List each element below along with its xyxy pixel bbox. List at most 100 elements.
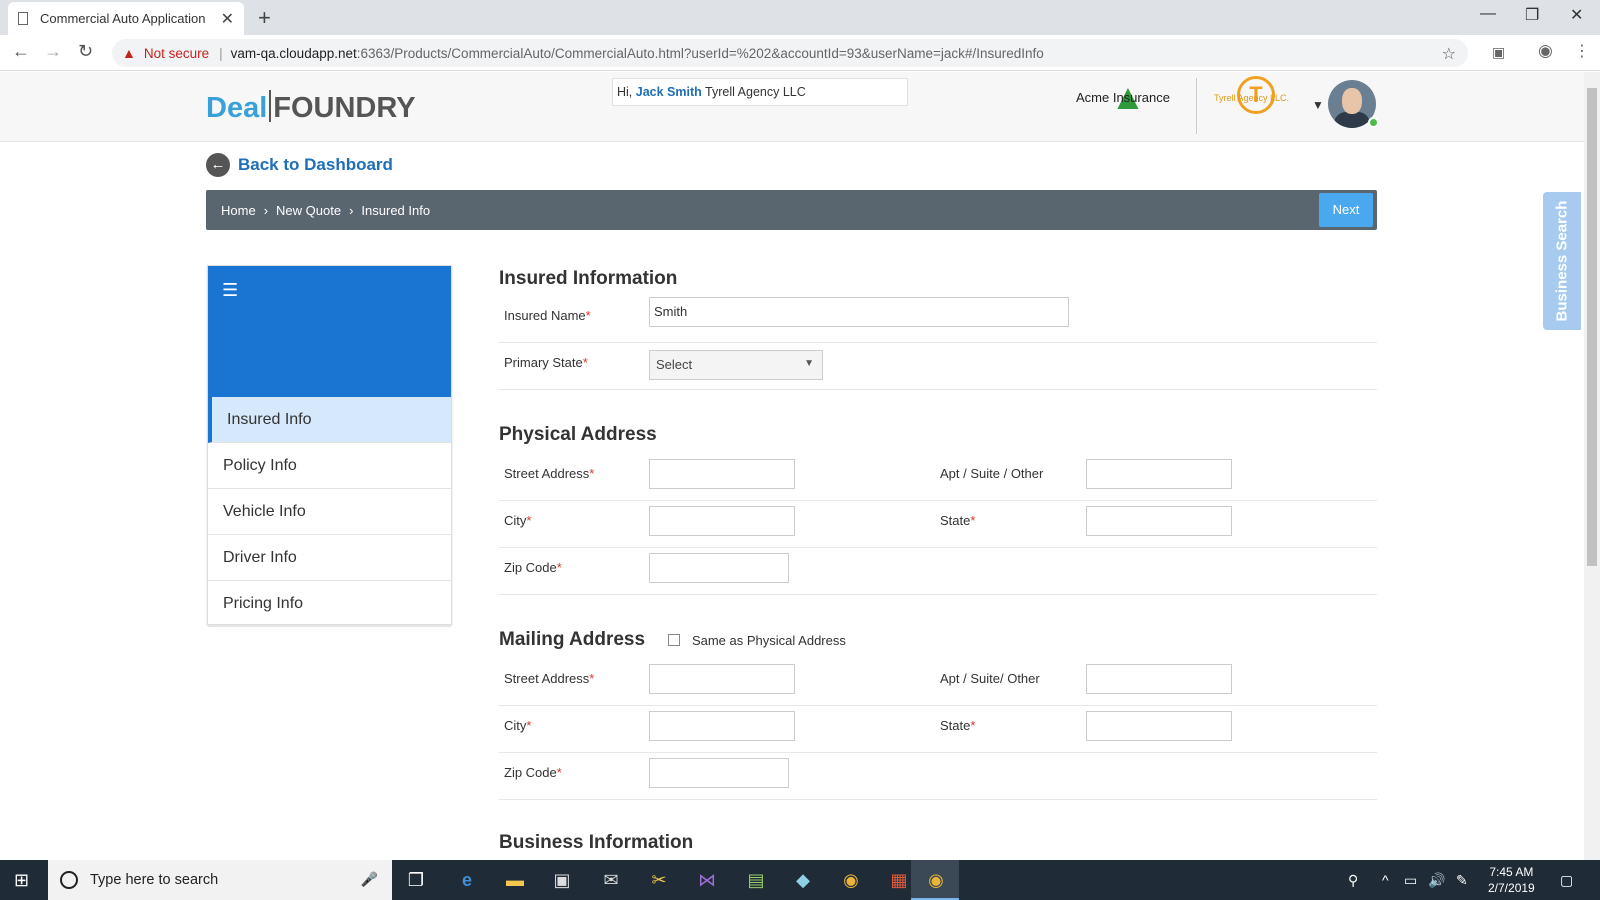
back-to-dashboard-link[interactable]: ← Back to Dashboard xyxy=(206,153,393,177)
sidebar-item-vehicle-info[interactable]: Vehicle Info xyxy=(208,489,451,535)
nav-header: ☰ xyxy=(208,266,451,397)
mailing-city-row: City* State* xyxy=(499,706,1377,753)
same-as-physical-label[interactable]: Same as Physical Address xyxy=(692,633,846,648)
divider xyxy=(1196,78,1197,134)
account-menu-caret-icon[interactable]: ▼ xyxy=(1312,98,1324,112)
same-as-physical-checkbox[interactable] xyxy=(667,634,680,646)
restore-icon[interactable]: ❐ xyxy=(1525,5,1539,25)
browser-tab[interactable]: Commercial Auto Application ✕ xyxy=(8,2,244,35)
url-path: :6363/Products/CommercialAuto/Commercial… xyxy=(356,45,1044,61)
breadcrumb: Home › New Quote › Insured Info Next xyxy=(206,190,1377,230)
back-circle-icon: ← xyxy=(206,153,230,177)
mailing-apt-label: Apt / Suite/ Other xyxy=(940,671,1040,686)
breadcrumb-insured-info: Insured Info xyxy=(361,202,431,218)
new-tab-icon[interactable]: + xyxy=(258,5,271,31)
minimize-icon[interactable]: — xyxy=(1480,5,1496,23)
hamburger-menu-icon[interactable]: ☰ xyxy=(222,280,238,301)
physical-street-row: Street Address* Apt / Suite / Other xyxy=(499,454,1377,501)
close-tab-icon[interactable]: ✕ xyxy=(221,9,234,29)
physical-zip-row: Zip Code* xyxy=(499,548,1377,595)
address-bar: ← → ↻ ▲ Not secure | vam-qa.cloudapp.net… xyxy=(0,35,1600,71)
mailing-city-label: City xyxy=(504,718,527,733)
network-icon[interactable]: ▭ xyxy=(1404,872,1417,889)
mailing-zip-row: Zip Code* xyxy=(499,753,1377,800)
forward-arrow-icon[interactable]: → xyxy=(44,41,62,62)
taskbar: ⊞ Type here to search 🎤 ❐ e ▬ ▣ ✉ ✂ ⋈ ▤ … xyxy=(0,860,1600,900)
carrier-logo: ▲ Acme Insurance xyxy=(1076,78,1180,116)
chevron-right-icon: › xyxy=(263,202,269,218)
physical-zip-label: Zip Code xyxy=(504,560,557,575)
visual-studio-icon[interactable]: ⋈ xyxy=(694,868,720,892)
mailing-zip-input[interactable] xyxy=(649,758,789,788)
physical-state-label: State xyxy=(940,513,971,528)
window-close-icon[interactable]: ✕ xyxy=(1570,5,1583,25)
browser-tab-bar: Commercial Auto Application ✕ + — ❐ ✕ xyxy=(0,0,1600,35)
pen-icon[interactable]: ✎ xyxy=(1456,872,1468,889)
people-icon[interactable]: ⚲ xyxy=(1348,872,1358,889)
profile-icon[interactable]: ◉ xyxy=(1538,41,1553,61)
menu-dots-icon[interactable]: ⋮ xyxy=(1574,41,1590,61)
breadcrumb-home[interactable]: Home xyxy=(221,203,256,218)
chrome-icon[interactable]: ◉ xyxy=(838,868,864,892)
bookmark-star-icon[interactable]: ☆ xyxy=(1442,44,1456,64)
reload-icon[interactable]: ↻ xyxy=(78,41,93,62)
microphone-icon[interactable]: 🎤 xyxy=(361,871,378,888)
insured-name-input[interactable]: Smith xyxy=(649,297,1069,327)
file-explorer-icon[interactable]: ▬ xyxy=(502,868,528,892)
taskbar-search-input[interactable]: Type here to search 🎤 xyxy=(48,860,392,900)
tab-title: Commercial Auto Application xyxy=(40,11,206,26)
sticky-notes-icon[interactable]: ◆ xyxy=(790,868,816,892)
edge-icon[interactable]: e xyxy=(454,868,480,892)
physical-apt-input[interactable] xyxy=(1086,459,1232,489)
physical-city-input[interactable] xyxy=(649,506,795,536)
notepad-icon[interactable]: ▤ xyxy=(743,868,769,892)
sidebar-item-pricing-info[interactable]: Pricing Info xyxy=(208,581,451,627)
mailing-street-row: Street Address* Apt / Suite/ Other xyxy=(499,659,1377,706)
mailing-city-input[interactable] xyxy=(649,711,795,741)
cortana-icon xyxy=(60,871,78,889)
physical-city-row: City* State* xyxy=(499,501,1377,548)
app-icon[interactable]: ▦ xyxy=(886,868,912,892)
section-nav: ☰ Insured Info Policy Info Vehicle Info … xyxy=(207,265,452,627)
mailing-state-input[interactable] xyxy=(1086,711,1232,741)
url-field[interactable]: ▲ Not secure | vam-qa.cloudapp.net:6363/… xyxy=(112,39,1468,67)
volume-icon[interactable]: 🔊 xyxy=(1428,872,1445,889)
not-secure-label: Not secure xyxy=(143,45,210,61)
task-view-icon[interactable]: ❐ xyxy=(403,868,429,892)
dealfoundry-logo[interactable]: Deal FOUNDRY xyxy=(206,90,416,125)
mailing-street-input[interactable] xyxy=(649,664,795,694)
user-greeting: Hi, Jack Smith Tyrell Agency LLC xyxy=(612,78,908,106)
mail-icon[interactable]: ✉ xyxy=(598,868,624,892)
physical-zip-input[interactable] xyxy=(649,553,789,583)
next-button[interactable]: Next xyxy=(1319,193,1373,227)
physical-state-input[interactable] xyxy=(1086,506,1232,536)
business-search-tab[interactable]: Business Search xyxy=(1543,192,1581,330)
notifications-icon[interactable]: ▢ xyxy=(1560,872,1573,889)
extension-icon[interactable]: ▣ xyxy=(1492,44,1505,61)
sidebar-item-driver-info[interactable]: Driver Info xyxy=(208,535,451,581)
sidebar-item-insured-info[interactable]: Insured Info xyxy=(208,397,451,443)
chrome-active-icon[interactable]: ◉ xyxy=(923,868,949,892)
windows-start-icon[interactable]: ⊞ xyxy=(14,870,29,891)
user-name: Jack Smith xyxy=(635,85,702,99)
breadcrumb-new-quote[interactable]: New Quote xyxy=(276,203,341,218)
warning-icon: ▲ xyxy=(122,45,136,61)
tools-icon[interactable]: ✂ xyxy=(646,868,672,892)
primary-state-select[interactable]: Select ▼ xyxy=(649,350,823,380)
mailing-apt-input[interactable] xyxy=(1086,664,1232,694)
scrollbar-thumb[interactable] xyxy=(1587,88,1597,566)
mailing-state-label: State xyxy=(940,718,971,733)
clock[interactable]: 7:45 AM 2/7/2019 xyxy=(1488,864,1535,896)
show-hidden-icons-icon[interactable]: ^ xyxy=(1382,872,1389,888)
sidebar-item-policy-info[interactable]: Policy Info xyxy=(208,443,451,489)
business-information-heading: Business Information xyxy=(499,832,694,853)
store-icon[interactable]: ▣ xyxy=(549,868,575,892)
physical-street-input[interactable] xyxy=(649,459,795,489)
mailing-address-heading: Mailing Address xyxy=(499,629,646,650)
dropdown-arrow-icon: ▼ xyxy=(804,358,814,369)
page-scrollbar[interactable] xyxy=(1584,72,1600,860)
primary-state-label: Primary State xyxy=(504,355,583,370)
page-icon xyxy=(18,12,28,25)
insured-form: Insured Information Insured Name* Smith … xyxy=(499,260,1377,860)
back-arrow-icon[interactable]: ← xyxy=(12,41,30,62)
